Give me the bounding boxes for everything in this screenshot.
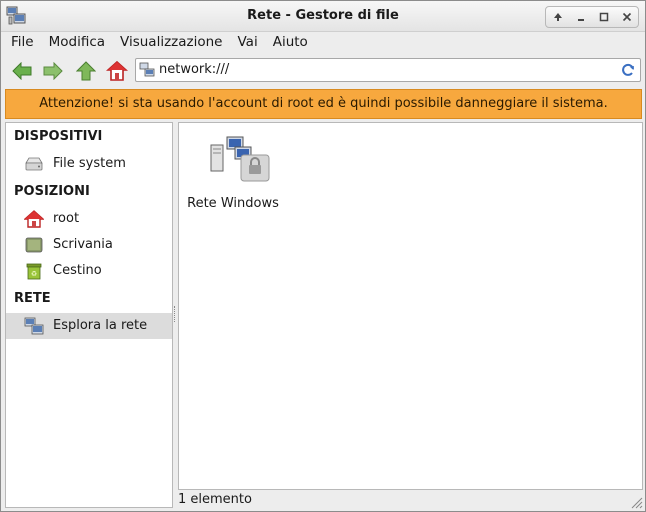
- back-arrow-icon: [12, 62, 32, 80]
- sidebar-item-label: File system: [53, 156, 126, 171]
- resize-grip-icon[interactable]: [629, 495, 643, 509]
- home-icon: [24, 210, 44, 228]
- sidebar-section-rete: RETE: [14, 291, 51, 306]
- file-item-rete-windows[interactable]: Rete Windows: [185, 135, 281, 211]
- sidebar-section-posizioni: POSIZIONI: [14, 184, 90, 199]
- network-icon: [24, 317, 44, 335]
- windows-network-icon: [210, 136, 270, 182]
- menu-vai[interactable]: Vai: [229, 32, 264, 54]
- sidebar-item-cestino[interactable]: ♻ Cestino: [6, 258, 172, 284]
- close-icon[interactable]: [618, 8, 636, 26]
- menu-aiuto[interactable]: Aiuto: [264, 32, 314, 54]
- sidebar-item-esplora-la-rete[interactable]: Esplora la rete: [6, 313, 172, 339]
- file-view[interactable]: Rete Windows: [178, 122, 643, 490]
- shade-icon[interactable]: [549, 8, 567, 26]
- sidebar-item-label: Esplora la rete: [53, 318, 148, 333]
- sidebar-item-scrivania[interactable]: Scrivania: [6, 232, 172, 258]
- forward-arrow-icon: [43, 62, 63, 80]
- title-bar[interactable]: Rete - Gestore di file: [1, 1, 645, 32]
- toolbar: network:///: [1, 56, 645, 86]
- file-manager-window: Rete - Gestore di file File Modifica Vis…: [0, 0, 646, 512]
- menu-modifica[interactable]: Modifica: [40, 32, 111, 54]
- sidebar-item-label: root: [53, 211, 80, 226]
- desktop-icon: [25, 237, 43, 253]
- minimize-icon[interactable]: [572, 8, 590, 26]
- maximize-icon[interactable]: [595, 8, 613, 26]
- forward-button[interactable]: [41, 59, 65, 83]
- menu-bar: File Modifica Visualizzazione Vai Aiuto: [1, 32, 645, 54]
- home-icon: [106, 60, 128, 81]
- sidebar-item-label: Scrivania: [53, 237, 113, 252]
- file-item-label: Rete Windows: [187, 196, 279, 211]
- sidebar-item-label: Cestino: [53, 263, 102, 278]
- location-path: network:///: [159, 62, 230, 77]
- drive-icon: [25, 157, 43, 171]
- status-bar: 1 elemento: [178, 492, 252, 507]
- svg-text:♻: ♻: [31, 270, 37, 278]
- window-controls: [545, 6, 639, 28]
- menu-file[interactable]: File: [1, 32, 40, 54]
- sidebar-item-root[interactable]: root: [6, 206, 172, 232]
- root-warning-banner: Attenzione! si sta usando l'account di r…: [5, 89, 642, 119]
- sidebar: DISPOSITIVI File system POSIZIONI root S…: [5, 122, 173, 508]
- network-icon: [139, 62, 155, 77]
- sidebar-section-dispositivi: DISPOSITIVI: [14, 129, 103, 144]
- back-button[interactable]: [10, 59, 34, 83]
- trash-icon: ♻: [26, 263, 42, 280]
- reload-icon[interactable]: [620, 62, 636, 78]
- location-bar[interactable]: network:///: [135, 58, 641, 82]
- up-button[interactable]: [74, 59, 98, 83]
- home-button[interactable]: [105, 59, 129, 83]
- sidebar-item-file-system[interactable]: File system: [6, 151, 172, 177]
- up-arrow-icon: [76, 61, 96, 81]
- menu-visualizzazione[interactable]: Visualizzazione: [111, 32, 228, 54]
